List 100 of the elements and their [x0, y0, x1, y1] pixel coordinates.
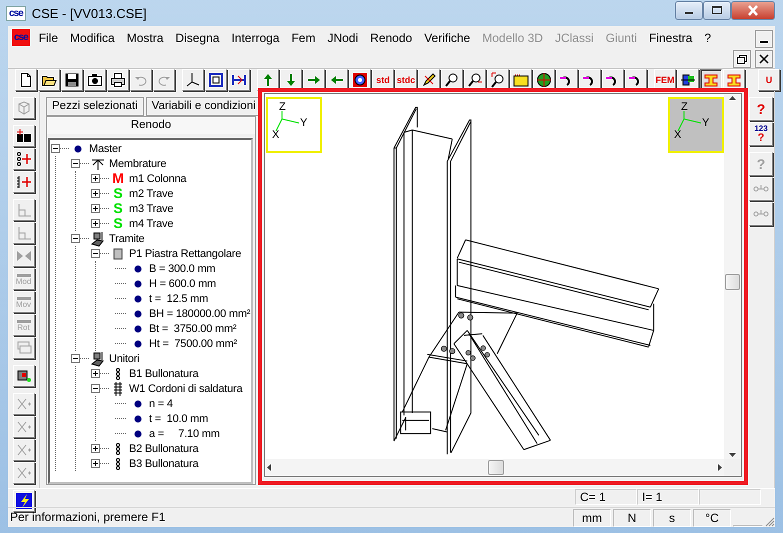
axis-label: Y	[702, 118, 710, 129]
menu-item[interactable]: Finestra	[642, 29, 698, 47]
toolbar-button[interactable]: U	[758, 69, 780, 91]
counter-field: I= 1	[637, 489, 699, 505]
tree-item[interactable]: m4 Trave	[129, 218, 174, 230]
tree-item[interactable]: B2 Bullonatura	[129, 442, 198, 454]
bar-icon	[16, 272, 32, 278]
collapse-icon[interactable]	[51, 144, 60, 153]
app-logo: cse	[6, 6, 26, 20]
menu-item[interactable]: Verifiche	[418, 29, 476, 47]
menu-item[interactable]: Renodo	[364, 29, 418, 47]
document-icon	[18, 72, 34, 88]
tree-item[interactable]: B1 Bullonatura	[129, 368, 198, 380]
tree-item[interactable]: W1 Cordoni di saldatura	[129, 382, 242, 394]
tree-item[interactable]: m3 Trave	[129, 202, 174, 214]
member-type-label: M	[111, 171, 125, 186]
cross-icon	[16, 396, 32, 412]
tree-item[interactable]: BH = 180000.00 mm²	[149, 308, 250, 320]
tab[interactable]: Pezzi selezionati	[46, 97, 144, 116]
unit-field: N	[613, 509, 651, 527]
add-node-icon	[16, 151, 32, 167]
tree-item[interactable]: m1 Colonna	[129, 172, 186, 184]
cross-icon	[16, 419, 32, 435]
menu-item[interactable]: Disegna	[169, 29, 226, 47]
menu-item[interactable]: File	[32, 29, 64, 47]
scrollbar-thumb[interactable]	[725, 274, 740, 290]
zoom-icon	[444, 72, 460, 88]
minimize-icon[interactable]	[755, 30, 773, 48]
zoom-window-icon	[490, 72, 506, 88]
axis-lines-icon	[676, 109, 702, 131]
tree-item[interactable]: B = 300.0 mm	[149, 262, 216, 274]
close-icon[interactable]	[755, 50, 773, 68]
menu-item[interactable]: Modifica	[64, 29, 121, 47]
menu-item[interactable]: JNodi	[321, 29, 364, 47]
angle-tool-icon	[16, 225, 32, 241]
menu-item[interactable]: Interroga	[225, 29, 286, 47]
tree-item[interactable]: Unitori	[109, 352, 140, 364]
menu-item[interactable]: Mostra	[120, 29, 170, 47]
scroll-down-icon[interactable]	[728, 450, 737, 459]
expand-icon[interactable]	[91, 189, 100, 198]
expand-icon[interactable]	[91, 174, 100, 183]
tree-item[interactable]: Tramite	[109, 232, 144, 244]
unit-field: s	[653, 509, 691, 527]
scroll-up-icon[interactable]	[728, 94, 737, 103]
resize-grip-icon[interactable]	[763, 515, 775, 527]
tree-item[interactable]: Bt = 3750.00 mm²	[149, 322, 236, 334]
profile-icon	[726, 72, 742, 88]
tree-item[interactable]: B3 Bullonatura	[129, 458, 198, 470]
profile-icon	[703, 72, 719, 88]
bar-icon	[16, 318, 32, 324]
expand-icon[interactable]	[91, 204, 100, 213]
window-title: CSE - [VV013.CSE]	[32, 6, 148, 20]
cross-icon	[16, 465, 32, 481]
member-type-label: S	[112, 201, 124, 216]
expand-icon[interactable]	[91, 369, 100, 378]
tree-item[interactable]: P1 Piastra Rettangolare	[129, 248, 242, 260]
vertical-scrollbar[interactable]	[724, 94, 741, 459]
scroll-left-icon[interactable]	[265, 463, 274, 472]
expand-icon[interactable]	[91, 459, 100, 468]
status-message: Per informazioni, premere F1	[9, 510, 166, 526]
dimension-icon	[231, 72, 247, 88]
color-block-icon	[680, 72, 696, 88]
maximize-icon[interactable]	[703, 0, 731, 20]
collapse-icon[interactable]	[91, 249, 100, 258]
add-bar-icon	[16, 174, 32, 190]
minimize-icon[interactable]	[675, 0, 703, 20]
collapse-icon[interactable]	[71, 354, 80, 363]
horizontal-scrollbar[interactable]	[265, 459, 724, 476]
toolbar-button[interactable]: ?	[749, 97, 773, 121]
axis-indicator[interactable]: Z Y X	[266, 97, 322, 153]
tree-item[interactable]: Master	[89, 142, 122, 154]
tree-item[interactable]: Ht = 7500.00 mm²	[149, 338, 237, 350]
menu-item[interactable]: ?	[698, 29, 718, 47]
mirror-icon	[16, 248, 32, 264]
add-block-icon	[16, 128, 32, 144]
tree-item[interactable]: n = 4	[149, 398, 173, 410]
tree-item[interactable]: a = 7.10 mm	[149, 428, 220, 440]
tree-item[interactable]: m2 Trave	[129, 188, 174, 200]
tree-item[interactable]: t = 10.0 mm	[149, 412, 208, 424]
expand-icon[interactable]	[91, 219, 100, 228]
restore-icon[interactable]	[733, 50, 751, 68]
folder-icon	[513, 72, 529, 88]
angle-tool-icon	[16, 202, 32, 218]
query-icon	[16, 368, 32, 384]
scroll-right-icon[interactable]	[715, 463, 724, 472]
scrollbar-thumb[interactable]	[488, 460, 504, 475]
collapse-icon[interactable]	[91, 384, 100, 393]
tab[interactable]: Renodo	[46, 116, 256, 134]
tree-item[interactable]: Membrature	[109, 158, 166, 170]
collapse-icon[interactable]	[71, 234, 80, 243]
square-icon	[208, 72, 224, 88]
toolbar-button[interactable]: 123 ?	[749, 122, 773, 146]
expand-icon[interactable]	[91, 444, 100, 453]
tree-item[interactable]: t = 12.5 mm	[149, 292, 208, 304]
axes-icon	[185, 72, 201, 88]
axis-indicator[interactable]: Z Y X	[668, 97, 724, 153]
menu-item[interactable]: Fem	[285, 29, 322, 47]
collapse-icon[interactable]	[71, 159, 80, 168]
lightning-icon	[16, 493, 32, 509]
tree-item[interactable]: H = 600.0 mm	[149, 278, 216, 290]
